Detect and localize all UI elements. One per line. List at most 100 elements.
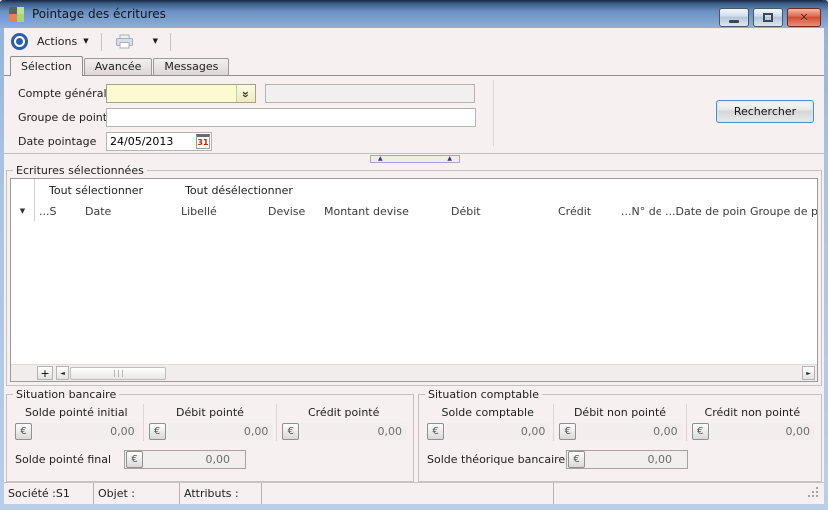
compte-general-label: Compte général [4,87,106,100]
actions-button[interactable]: Actions ▼ [28,32,98,51]
scrollbar-grip-icon [114,370,123,377]
column-header-debit[interactable]: Débit [447,205,554,218]
solde-pointe-final-row: Solde pointé final € 0,00 [10,449,410,469]
resize-grip-icon[interactable] [807,487,820,500]
currency-button[interactable]: € [126,451,143,468]
column-header-montant-devise[interactable]: Montant devise [320,205,447,218]
scrollbar-thumb[interactable] [70,367,166,380]
debit-non-pointe-value: 0,00 [578,423,682,440]
groupe-pointage-row: Groupe de pointage [4,108,824,127]
column-header-numero-piece[interactable]: ...N° de p [617,205,661,218]
solde-comptable-value: 0,00 [446,423,550,440]
date-pointage-label: Date pointage [4,135,106,148]
date-pointage-input[interactable] [107,135,196,148]
maximize-button[interactable] [753,8,783,27]
credit-non-pointe-value: 0,00 [711,423,815,440]
solde-theorique-row: Solde théorique bancaire € 0,00 [422,449,818,469]
column-header-libelle[interactable]: Libellé [177,205,264,218]
client-area: Actions ▼ ▼ Sélection Avancée Messages [4,28,824,504]
close-button[interactable]: ✕ [787,8,821,27]
column-header-credit[interactable]: Crédit [554,205,617,218]
scrollbar-track[interactable] [166,365,802,381]
currency-button[interactable]: € [282,423,299,440]
currency-button[interactable]: € [149,423,166,440]
column-header-date[interactable]: Date [81,205,177,218]
collapse-up-icon: ▲ [378,156,383,162]
rechercher-button[interactable]: Rechercher [716,100,814,123]
select-all-button[interactable]: Tout sélectionner [49,184,143,197]
solde-pointe-final-value: 0,00 [143,453,244,466]
situation-row: Situation bancaire Solde pointé initial … [4,388,824,482]
tab-selection[interactable]: Sélection [10,56,83,76]
toolbar: Actions ▼ ▼ [4,28,824,55]
form-divider [493,80,494,146]
compte-general-input[interactable] [107,85,236,102]
column-header-date-pointage[interactable]: ...Date de poin [661,205,746,218]
ecritures-grid: Tout sélectionner Tout désélectionner ▼ … [10,178,818,382]
solde-pointe-initial-label: Solde pointé initial [10,404,143,422]
currency-button[interactable]: € [568,451,585,468]
print-button[interactable] [105,31,144,52]
grid-filter-cell[interactable]: ▼ [11,201,35,221]
minimize-button[interactable] [719,8,749,27]
grid-body[interactable] [11,221,817,364]
app-window: Pointage des écritures ✕ Actions ▼ [0,0,828,510]
scroll-left-button[interactable]: ◄ [56,366,69,380]
currency-button[interactable]: € [427,423,444,440]
tab-bar: Sélection Avancée Messages [4,55,824,76]
record-icon[interactable] [11,33,28,50]
credit-pointe-label: Crédit pointé [277,404,410,422]
app-icon [9,7,24,22]
column-header-s[interactable]: ...S [35,205,81,218]
status-grip-panel [554,483,824,504]
solde-theorique-label: Solde théorique bancaire [422,453,566,466]
calendar-icon[interactable]: 31 [196,134,210,149]
solde-pointe-initial-field: € 0,00 [10,422,143,441]
debit-non-pointe-column: Débit non pointé € 0,00 [553,404,685,441]
debit-pointe-value: 0,00 [168,423,274,440]
credit-pointe-value: 0,00 [301,423,407,440]
debit-pointe-field: € 0,00 [144,422,277,441]
situation-comptable-columns: Solde comptable € 0,00 Débit non pointé … [422,404,818,441]
grid-header: ▼ ...S Date Libellé Devise Montant devis… [11,201,817,221]
add-row-button[interactable]: + [37,366,53,380]
solde-theorique-field: € 0,00 [566,450,688,469]
solde-pointe-final-field: € 0,00 [124,450,246,469]
credit-pointe-column: Crédit pointé € 0,00 [276,404,410,441]
situation-bancaire-title: Situation bancaire [13,388,119,401]
column-header-devise[interactable]: Devise [264,205,320,218]
compte-general-lookup-button[interactable]: » [236,85,255,102]
titlebar[interactable]: Pointage des écritures ✕ [0,0,828,28]
date-pointage-row: Date pointage 31 [4,132,824,151]
situation-comptable-group: Situation comptable Solde comptable € 0,… [418,388,822,482]
currency-button[interactable]: € [15,423,32,440]
date-pointage-field[interactable]: 31 [106,132,212,151]
currency-button[interactable]: € [559,423,576,440]
tab-messages[interactable]: Messages [153,58,229,75]
tab-avancee[interactable]: Avancée [84,58,153,75]
credit-non-pointe-field: € 0,00 [687,422,818,441]
grid-filter-icon: ▼ [20,208,25,215]
chevron-down-icon: ▼ [83,38,88,45]
scroll-right-button[interactable]: ► [802,366,815,380]
toolbar-separator [170,33,171,51]
print-dropdown-button[interactable]: ▼ [144,35,167,48]
solde-pointe-initial-value: 0,00 [34,423,140,440]
currency-button[interactable]: € [692,423,709,440]
column-header-groupe-pointage[interactable]: Groupe de poin [746,205,817,218]
compte-general-combo[interactable]: » [106,84,256,103]
double-chevron-icon: » [239,91,253,97]
collapse-up-icon: ▲ [447,156,452,162]
credit-pointe-field: € 0,00 [277,422,410,441]
deselect-all-button[interactable]: Tout désélectionner [185,184,293,197]
status-societe: Société :S1 [4,483,94,504]
groupe-pointage-input[interactable] [106,108,476,127]
compte-general-display [265,84,475,103]
solde-comptable-column: Solde comptable € 0,00 [422,404,553,441]
actions-label: Actions [37,35,77,48]
splitter-handle[interactable]: ▲ ▲ [370,155,460,163]
debit-pointe-label: Débit pointé [144,404,277,422]
situation-bancaire-group: Situation bancaire Solde pointé initial … [6,388,414,482]
chevron-down-icon: ▼ [153,38,158,45]
situation-bancaire-columns: Solde pointé initial € 0,00 Débit pointé… [10,404,410,441]
